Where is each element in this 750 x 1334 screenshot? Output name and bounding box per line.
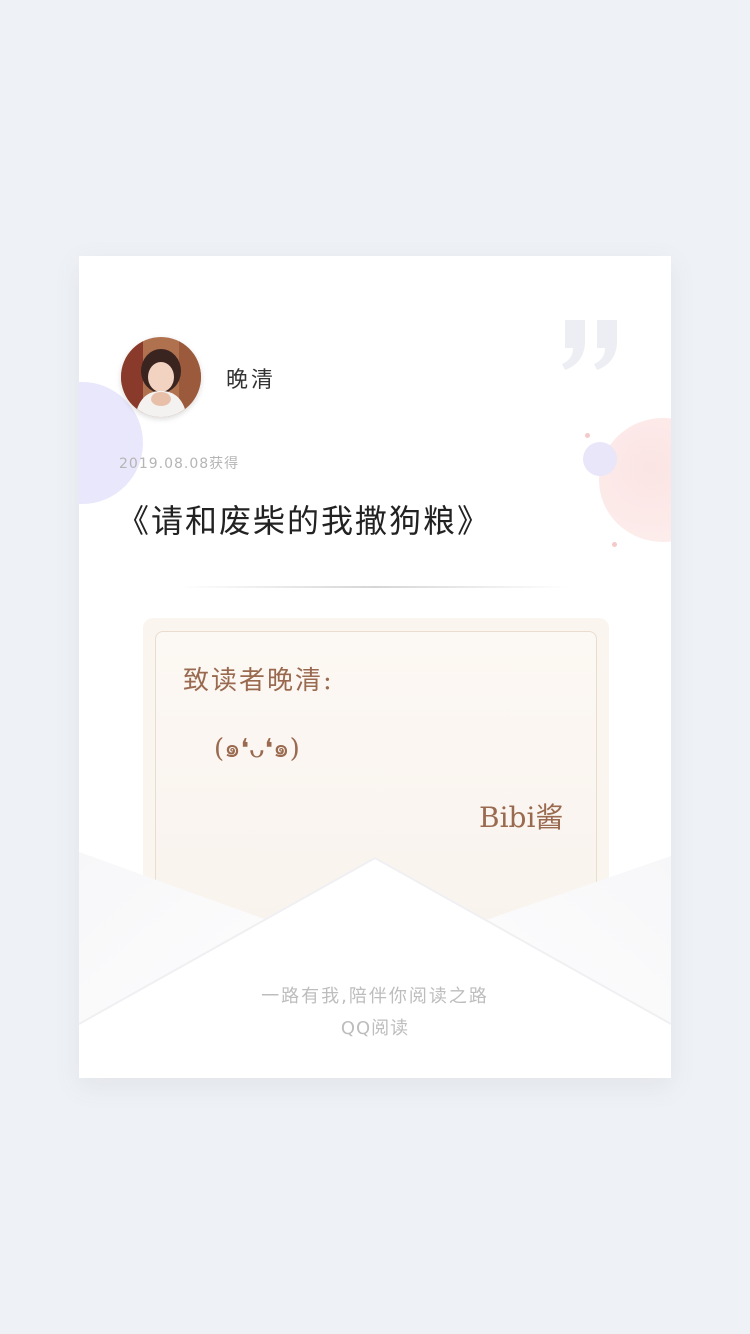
- letter-card: 晚清 2019.08.08获得 《请和废柴的我撒狗粮》 致读者晚清: (๑❛ᴗ❛…: [79, 256, 671, 1078]
- footer-slogan: 一路有我,陪伴你阅读之路: [261, 986, 489, 1007]
- footer-brand: QQ阅读: [340, 1018, 410, 1039]
- envelope-flaps: [79, 852, 671, 1078]
